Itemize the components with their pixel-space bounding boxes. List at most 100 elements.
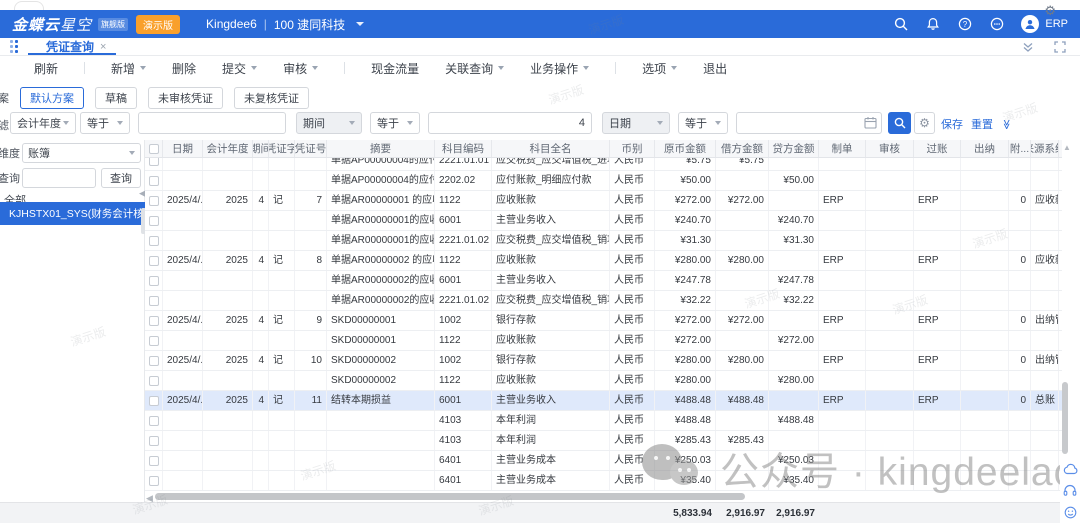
column-header-科目全名[interactable]: 科目全名 xyxy=(492,140,610,157)
tree-search-button[interactable]: 查询 xyxy=(101,168,141,188)
toolbar-button-提交[interactable]: 提交 xyxy=(222,60,257,77)
column-header-会计年度[interactable]: 会计年度 xyxy=(203,140,253,157)
collapse-tabs-icon[interactable] xyxy=(1022,41,1034,53)
row-checkbox[interactable] xyxy=(149,176,159,186)
row-checkbox[interactable] xyxy=(149,336,159,346)
filter-field-1-select[interactable]: 会计年度 xyxy=(10,112,76,134)
column-header-科目编码[interactable]: 科目编码 xyxy=(435,140,492,157)
notification-bell-icon[interactable] xyxy=(925,17,940,32)
filter-op-2-select[interactable]: 等于 xyxy=(370,112,420,134)
search-icon[interactable] xyxy=(893,17,908,32)
row-checkbox[interactable] xyxy=(149,158,159,166)
column-header-凭证号[interactable]: 凭证号 xyxy=(295,140,327,157)
toolbar-button-退出[interactable]: 退出 xyxy=(703,60,727,77)
dimension-select[interactable]: 账簿 xyxy=(22,143,141,163)
toolbar-button-新增[interactable]: 新增 xyxy=(111,60,146,77)
table-cell xyxy=(961,391,1009,410)
filter-field-3-select[interactable]: 日期 xyxy=(602,112,670,134)
column-header-期间[interactable]: 期间 xyxy=(253,140,269,157)
row-checkbox[interactable] xyxy=(149,256,159,266)
headset-support-icon[interactable] xyxy=(1063,484,1077,497)
column-header-来源系统[interactable]: 来源系统 xyxy=(1031,140,1059,157)
row-checkbox[interactable] xyxy=(149,316,159,326)
help-icon[interactable]: ? xyxy=(957,17,972,32)
table-cell xyxy=(961,251,1009,270)
filter-settings-button[interactable]: ⚙ xyxy=(914,112,935,134)
column-header-币别[interactable]: 币别 xyxy=(610,140,655,157)
save-scheme-link[interactable]: 保存 xyxy=(941,116,963,132)
toolbar-button-业务操作[interactable]: 业务操作 xyxy=(530,60,589,77)
row-checkbox[interactable] xyxy=(149,376,159,386)
table-row[interactable]: 单据AP00000004的应付单2221.01.01应交税费_应交增值税_进项税… xyxy=(145,158,1062,171)
tab-voucher-query[interactable]: 凭证查询 × xyxy=(42,38,110,55)
row-checkbox[interactable] xyxy=(149,456,159,466)
filter-op-3-select[interactable]: 等于 xyxy=(678,112,728,134)
scheme-button-未审核凭证[interactable]: 未审核凭证 xyxy=(148,87,223,109)
filter-field-2-select[interactable]: 期间 xyxy=(296,112,362,134)
tree-node-selected[interactable]: KJHSTX01_SYS(财务会计核算体系) xyxy=(0,202,145,225)
column-header-摘要[interactable]: 摘要 xyxy=(327,140,435,157)
table-row[interactable]: 2025/4/...20254记10SKD000000021002银行存款人民币… xyxy=(145,351,1062,371)
row-checkbox[interactable] xyxy=(149,216,159,226)
toolbar-button-关联查询[interactable]: 关联查询 xyxy=(445,60,504,77)
close-icon[interactable]: × xyxy=(100,41,106,53)
filter-op-1-select[interactable]: 等于 xyxy=(80,112,130,134)
scheme-button-未复核凭证[interactable]: 未复核凭证 xyxy=(234,87,309,109)
toolbar-button-现金流量[interactable]: 现金流量 xyxy=(371,60,419,77)
filter-date-input[interactable] xyxy=(736,112,882,134)
toolbar-settings-gear-icon[interactable]: ⚙ xyxy=(1044,3,1056,19)
row-checkbox-cell xyxy=(145,391,163,410)
row-checkbox[interactable] xyxy=(149,296,159,306)
row-checkbox[interactable] xyxy=(149,236,159,246)
toolbar-button-刷新[interactable]: 刷新 xyxy=(34,60,58,77)
column-header-贷方金额[interactable]: 贷方金额 xyxy=(769,140,819,157)
select-all-checkbox[interactable] xyxy=(149,144,159,154)
row-checkbox[interactable] xyxy=(149,276,159,286)
calendar-icon[interactable] xyxy=(864,116,877,129)
filter-value-2-input[interactable] xyxy=(428,112,592,134)
column-header-凭证字[interactable]: 凭证字 xyxy=(269,140,295,157)
toolbar-button-审核[interactable]: 审核 xyxy=(283,60,318,77)
scroll-up-arrow-icon[interactable]: ▲ xyxy=(1063,143,1071,152)
column-header-原币金额[interactable]: 原币金额 xyxy=(655,140,716,157)
column-header-借方金额[interactable]: 借方金额 xyxy=(716,140,769,157)
column-header-附...[interactable]: 附... xyxy=(1009,140,1031,157)
table-row[interactable]: 单据AP00000004的应付单2202.02应付账款_明细应付款人民币¥50.… xyxy=(145,171,1062,191)
scheme-button-默认方案[interactable]: 默认方案 xyxy=(20,87,84,109)
row-checkbox[interactable] xyxy=(149,396,159,406)
table-row[interactable]: 2025/4/...20254记11结转本期损益6001主营业务收入人民币¥48… xyxy=(145,391,1062,411)
row-checkbox[interactable] xyxy=(149,356,159,366)
table-row[interactable]: 单据AR00000002的应收单6001主营业务收入人民币¥247.78¥247… xyxy=(145,271,1062,291)
table-row[interactable]: 2025/4/...20254记8单据AR00000002 的应收单1122应收… xyxy=(145,251,1062,271)
smiley-feedback-icon[interactable] xyxy=(1064,506,1077,519)
row-checkbox[interactable] xyxy=(149,476,159,486)
reset-link[interactable]: 重置 xyxy=(971,116,993,132)
scheme-button-草稿[interactable]: 草稿 xyxy=(95,87,137,109)
filter-value-1-input[interactable] xyxy=(138,112,286,134)
tree-search-input[interactable] xyxy=(22,168,96,188)
table-row[interactable]: SKD000000021122应收账款人民币¥280.00¥280.00 xyxy=(145,371,1062,391)
column-header-审核[interactable]: 审核 xyxy=(866,140,914,157)
account-switcher[interactable]: Kingdee6 | 100 逮同科技 xyxy=(206,16,364,33)
row-checkbox[interactable] xyxy=(149,196,159,206)
toolbar-button-选项[interactable]: 选项 xyxy=(642,60,677,77)
table-row[interactable]: 2025/4/...20254记7单据AR00000001 的应收单1122应收… xyxy=(145,191,1062,211)
toolbar-button-删除[interactable]: 删除 xyxy=(172,60,196,77)
search-button[interactable] xyxy=(888,112,911,134)
table-row[interactable]: 单据AR00000001的应收单2221.01.02应交税费_应交增值税_销项税… xyxy=(145,231,1062,251)
row-checkbox[interactable] xyxy=(149,436,159,446)
table-row[interactable]: 2025/4/...20254记9SKD000000011002银行存款人民币¥… xyxy=(145,311,1062,331)
row-checkbox[interactable] xyxy=(149,416,159,426)
column-header-日期[interactable]: 日期 xyxy=(163,140,203,157)
column-header-出纳[interactable]: 出纳 xyxy=(961,140,1009,157)
table-cell xyxy=(819,291,866,310)
table-row[interactable]: 4103本年利润人民币¥488.48¥488.48 xyxy=(145,411,1062,431)
column-header-制单[interactable]: 制单 xyxy=(819,140,866,157)
table-row[interactable]: 单据AR00000001的应收单6001主营业务收入人民币¥240.70¥240… xyxy=(145,211,1062,231)
tab-list-icon[interactable] xyxy=(10,40,18,53)
cloud-icon[interactable] xyxy=(1063,463,1078,475)
table-row[interactable]: SKD000000011122应收账款人民币¥272.00¥272.00 xyxy=(145,331,1062,351)
feedback-icon[interactable] xyxy=(989,17,1004,32)
fullscreen-icon[interactable] xyxy=(1054,41,1066,53)
column-header-过账[interactable]: 过账 xyxy=(914,140,961,157)
